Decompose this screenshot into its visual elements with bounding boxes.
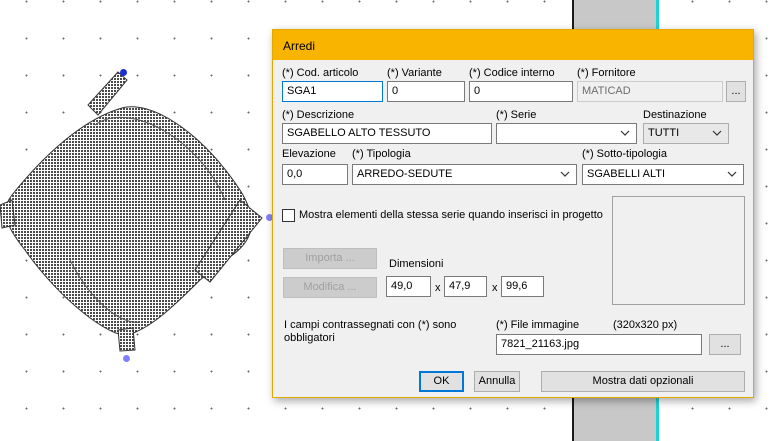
destinazione-label: Destinazione [643,109,707,121]
dialog-title: Arredi [283,39,316,53]
mostra-dati-opzionali-button[interactable]: Mostra dati opzionali [541,371,745,392]
fornitore-input: MATICAD [577,81,723,102]
wall-accent-top [656,0,659,29]
descrizione-input[interactable]: SGABELLO ALTO TESSUTO [282,123,492,144]
modifica-button[interactable]: Modifica ... [283,277,377,298]
codice-interno-label: (*) Codice interno [469,67,555,79]
required-fields-note: I campi contrassegnati con (*) sono obbl… [284,319,457,344]
dialog-titlebar[interactable]: Arredi [273,30,753,60]
stool-furniture-icon[interactable] [0,60,275,370]
tipologia-select[interactable]: ARREDO-SEDUTE [352,164,577,185]
chevron-down-icon [727,171,737,177]
cod-articolo-label: (*) Cod. articolo [282,67,359,79]
chevron-down-icon [620,130,630,136]
dimensione-sep-2: x [492,282,498,294]
dimensione-sep-1: x [435,282,441,294]
ok-button[interactable]: OK [419,371,464,392]
descrizione-label: (*) Descrizione [282,109,355,121]
annulla-button[interactable]: Annulla [474,371,520,392]
mostra-serie-checkbox[interactable] [282,209,295,222]
fornitore-browse-button[interactable]: ... [726,81,746,102]
importa-button[interactable]: Importa ... [283,248,377,269]
dimensione-y-input[interactable]: 47,9 [444,276,487,297]
elevazione-label: Elevazione [282,148,336,160]
dimensione-x-input[interactable]: 49,0 [386,276,431,297]
stool-shape [0,71,263,352]
tipologia-value: ARREDO-SEDUTE [357,168,453,180]
sotto-tipologia-value: SGABELLI ALTI [587,168,666,180]
wall-segment-top[interactable] [572,0,658,29]
sotto-tipologia-label: (*) Sotto-tipologia [582,148,667,160]
grip-handle-icon[interactable] [120,69,127,76]
file-immagine-browse-button[interactable]: ... [709,334,741,355]
sotto-tipologia-select[interactable]: SGABELLI ALTI [582,164,744,185]
grip-handle-icon[interactable] [123,355,130,362]
destinazione-select[interactable]: TUTTI [643,123,729,144]
destinazione-value: TUTTI [648,127,680,139]
wall-segment-bottom[interactable] [572,397,658,441]
dimensione-z-input[interactable]: 99,6 [501,276,544,297]
cod-articolo-input[interactable]: SGA1 [282,81,383,102]
variante-label: (*) Variante [387,67,442,79]
file-immagine-label: (*) File immagine [496,319,580,331]
file-immagine-size-hint: (320x320 px) [613,319,678,331]
arredi-dialog: Arredi (*) Cod. articolo SGA1 (*) Varian… [272,29,754,398]
fornitore-label: (*) Fornitore [577,67,636,79]
chevron-down-icon [560,171,570,177]
dimensioni-label: Dimensioni [389,258,444,270]
elevazione-input[interactable]: 0,0 [282,164,348,185]
tipologia-label: (*) Tipologia [352,148,411,160]
mostra-serie-label[interactable]: Mostra elementi della stessa serie quand… [299,209,603,221]
image-preview [612,196,745,305]
serie-label: (*) Serie [496,109,537,121]
chevron-down-icon [712,130,722,136]
codice-interno-input[interactable]: 0 [469,81,573,102]
variante-input[interactable]: 0 [387,81,465,102]
serie-select[interactable] [496,123,637,144]
file-immagine-input[interactable]: 7821_21163.jpg [496,334,702,355]
wall-accent-bottom [656,397,659,441]
